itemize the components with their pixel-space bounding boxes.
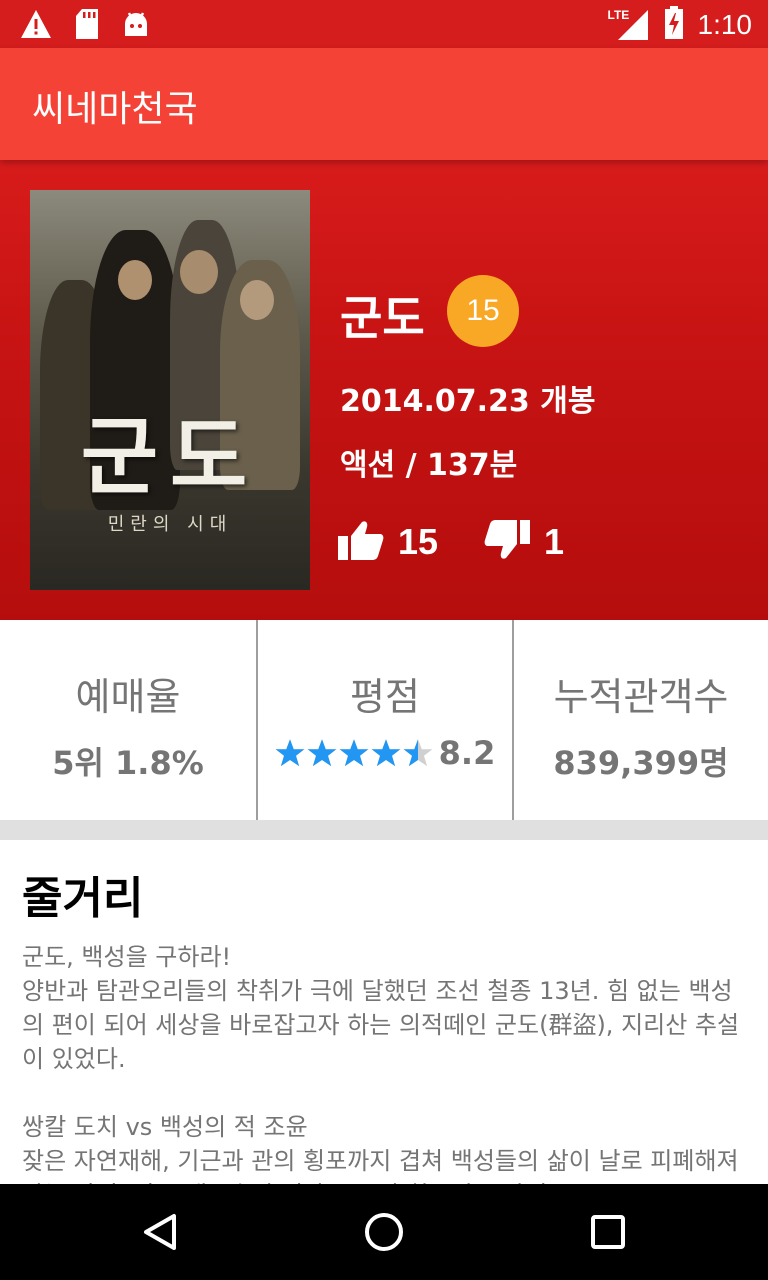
recents-icon[interactable]	[584, 1208, 632, 1256]
home-icon[interactable]	[360, 1208, 408, 1256]
like-count: 15	[398, 521, 439, 562]
synopsis-body: 군도, 백성을 구하라! 양반과 탐관오리들의 착취가 극에 달했던 조선 철종…	[22, 943, 740, 1184]
stat-reservation: 예매율 5위 1.8%	[0, 620, 256, 820]
poster-subtitle: 민란의 시대	[107, 514, 233, 535]
thumbs-up-icon	[338, 520, 384, 564]
rating-label: 평점	[350, 675, 420, 719]
poster-title: 군도	[80, 407, 260, 506]
warning-icon	[20, 9, 52, 43]
app-bar: 씨네마천국	[0, 48, 768, 160]
battery-charging-icon	[664, 6, 684, 44]
stat-rating: 평점 8.2	[256, 620, 512, 820]
movie-stats: 예매율 5위 1.8% 평점 8.2 누적관객수 839,399명	[0, 620, 768, 820]
sd-card-icon	[74, 8, 100, 44]
age-rating-badge: 15	[447, 275, 519, 347]
network-type: LTE	[607, 8, 630, 22]
section-divider	[0, 820, 768, 840]
android-icon	[122, 10, 150, 42]
star-icon	[275, 739, 305, 767]
like-button[interactable]: 15	[338, 520, 438, 564]
status-time: 1:10	[697, 9, 753, 40]
audience-label: 누적관객수	[553, 675, 729, 719]
star-icon	[371, 739, 401, 767]
dislike-count: 1	[544, 521, 565, 562]
genre-runtime: 액션 / 137분	[340, 448, 518, 483]
thumbs-down-icon	[484, 520, 530, 564]
movie-title: 군도	[340, 291, 425, 345]
star-icon	[307, 739, 337, 767]
release-date: 2014.07.23 개봉	[340, 384, 596, 419]
dislike-button[interactable]: 1	[484, 520, 564, 564]
rating-value: 8.2	[438, 734, 496, 772]
status-bar: LTE 1:10	[0, 0, 768, 48]
navigation-bar	[0, 1184, 768, 1280]
reservation-label: 예매율	[75, 675, 181, 719]
star-icon	[339, 739, 369, 767]
synopsis-title: 줄거리	[22, 873, 144, 924]
back-icon[interactable]	[136, 1208, 184, 1256]
movie-poster[interactable]: 군도 민란의 시대	[30, 190, 310, 590]
synopsis-section[interactable]: 줄거리 군도, 백성을 구하라! 양반과 탐관오리들의 착취가 극에 달했던 조…	[0, 840, 768, 1184]
app-title: 씨네마천국	[32, 89, 198, 130]
star-icon	[403, 739, 433, 767]
rating-row: 8.2	[258, 734, 512, 772]
lte-signal-icon: LTE	[608, 8, 650, 42]
movie-header: 군도 민란의 시대 군도 15 2014.07.23 개봉 액션 / 137분 …	[0, 160, 768, 620]
stat-audience: 누적관객수 839,399명	[512, 620, 768, 820]
reservation-value: 5위 1.8%	[52, 744, 204, 782]
rating-stars	[275, 738, 433, 768]
audience-value: 839,399명	[553, 744, 729, 782]
